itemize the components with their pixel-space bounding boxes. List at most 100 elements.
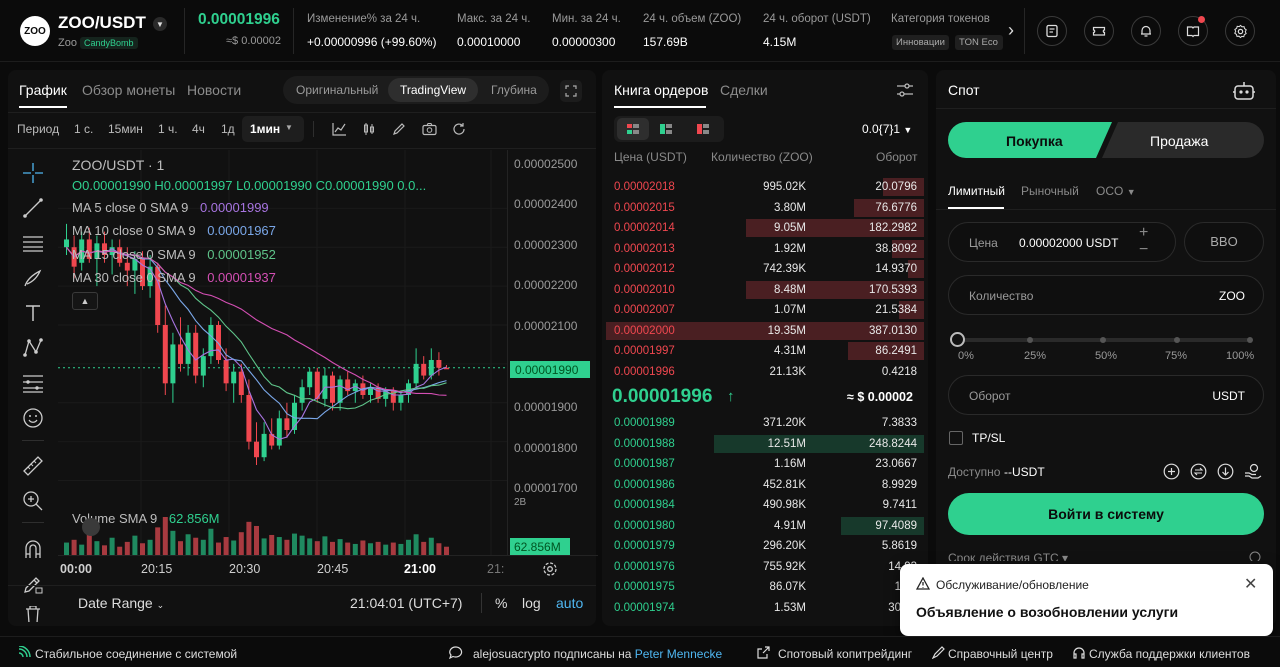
ask-row[interactable]: 0.00002013 1.92M 38.8092 bbox=[606, 239, 924, 259]
fib-icon[interactable] bbox=[20, 370, 46, 396]
precision-select[interactable]: 0.0{7}1 ▼ bbox=[862, 122, 912, 136]
ask-row[interactable]: 0.00002012 742.39K 14.9370 bbox=[606, 259, 924, 279]
bid-row[interactable]: 0.0000197586.07K1.70 bbox=[606, 577, 924, 597]
mode-bids-icon[interactable] bbox=[660, 123, 672, 137]
ask-row[interactable]: 0.00001996 21.13K 0.4218 bbox=[606, 362, 924, 382]
mode-both-icon[interactable] bbox=[617, 118, 649, 140]
chevron-down-icon[interactable]: ▼ bbox=[153, 17, 167, 31]
ask-row[interactable]: 0.00002010 8.48M 170.5393 bbox=[606, 280, 924, 300]
candle-type-icon[interactable] bbox=[362, 122, 376, 139]
slider-tick[interactable] bbox=[1100, 337, 1106, 343]
slider-pct[interactable]: 100% bbox=[1226, 350, 1254, 362]
brush-icon[interactable] bbox=[20, 265, 46, 291]
reset-icon[interactable] bbox=[452, 122, 466, 139]
auto-scale-toggle[interactable]: auto bbox=[556, 595, 583, 611]
order-type-market[interactable]: Рыночный bbox=[1021, 184, 1079, 198]
chart-settings-icon[interactable] bbox=[542, 561, 558, 580]
interval-15m[interactable]: 15мин bbox=[108, 122, 143, 136]
log-scale-toggle[interactable]: log bbox=[522, 595, 541, 611]
date-range-button[interactable]: Date Range ⌄ bbox=[78, 595, 164, 611]
tab-chart[interactable]: График bbox=[19, 82, 67, 98]
interval-1h[interactable]: 1 ч. bbox=[158, 122, 178, 136]
link-support[interactable]: Служба поддержки клиентов bbox=[1089, 647, 1250, 661]
trash-icon[interactable] bbox=[20, 606, 46, 622]
convert-icon[interactable] bbox=[1217, 463, 1234, 483]
price-input[interactable]: 0.00002000 USDT bbox=[1019, 236, 1118, 250]
slider-tick[interactable] bbox=[1173, 337, 1180, 343]
toast-title[interactable]: Объявление о возобновлении услуги bbox=[916, 604, 1178, 620]
tab-coin-overview[interactable]: Обзор монеты bbox=[82, 82, 175, 98]
slider-pct[interactable]: 50% bbox=[1095, 350, 1117, 362]
order-type-limit[interactable]: Лимитный bbox=[948, 184, 1005, 198]
pattern-icon[interactable] bbox=[20, 335, 46, 361]
trading-bot-icon[interactable] bbox=[1232, 80, 1256, 105]
zoom-in-icon[interactable] bbox=[20, 488, 46, 514]
interval-4h[interactable]: 4ч bbox=[192, 122, 205, 136]
lock-drawing-icon[interactable] bbox=[20, 571, 46, 597]
bid-row[interactable]: 0.00001986 452.81K 8.9929 bbox=[606, 475, 924, 495]
bid-row[interactable]: 0.000019741.53M30.25 bbox=[606, 598, 924, 618]
fullscreen-icon[interactable] bbox=[560, 80, 582, 102]
bid-row[interactable]: 0.00001980 4.91M 97.4089 bbox=[606, 516, 924, 536]
close-icon[interactable]: ✕ bbox=[1244, 574, 1257, 594]
settings-icon[interactable] bbox=[1225, 16, 1255, 46]
slider-pct[interactable]: 25% bbox=[1024, 350, 1046, 362]
loan-icon[interactable] bbox=[1244, 463, 1262, 483]
interval-1s[interactable]: 1 с. bbox=[74, 122, 93, 136]
login-button[interactable]: Войти в систему bbox=[948, 493, 1264, 535]
mode-asks-icon[interactable] bbox=[697, 123, 709, 137]
ask-row[interactable]: 0.00002014 9.05M 182.2982 bbox=[606, 218, 924, 238]
coupon-icon[interactable] bbox=[1084, 16, 1114, 46]
price-field[interactable]: Цена 0.00002000 USDT + − bbox=[948, 222, 1176, 262]
camera-icon[interactable] bbox=[422, 122, 437, 139]
info-icon[interactable] bbox=[1249, 551, 1261, 561]
bid-row[interactable]: 0.00001989 371.20K 7.3833 bbox=[606, 413, 924, 433]
category-tag[interactable]: TON Eco bbox=[955, 35, 1003, 50]
buy-button[interactable]: Покупка bbox=[1006, 133, 1063, 149]
ticker-target[interactable]: Peter Mennecke bbox=[635, 647, 722, 661]
ask-row[interactable]: 0.00002018 995.02K 20.0796 bbox=[606, 177, 924, 197]
view-depth[interactable]: Глубина bbox=[491, 83, 537, 97]
plus-icon[interactable]: + bbox=[1139, 224, 1148, 242]
validity-select[interactable]: Срок действия GTC ▾ bbox=[948, 551, 1068, 561]
slider-pct[interactable]: 0% bbox=[958, 350, 974, 362]
bbo-button[interactable]: BBO bbox=[1184, 222, 1264, 262]
token-badge[interactable]: CandyBomb bbox=[80, 37, 138, 49]
announcement-toast[interactable]: Обслуживание/обновление Объявление о воз… bbox=[900, 564, 1273, 636]
interval-1d[interactable]: 1д bbox=[221, 122, 235, 136]
sell-button[interactable]: Продажа bbox=[1150, 133, 1208, 149]
tpsl-checkbox[interactable] bbox=[949, 431, 963, 445]
interval-dropdown[interactable]: 1мин ▼ bbox=[242, 116, 304, 142]
magnet-icon[interactable] bbox=[20, 536, 46, 562]
ask-row[interactable]: 0.00002000 19.35M 387.0130 bbox=[606, 321, 924, 341]
minus-icon[interactable]: − bbox=[1139, 241, 1148, 259]
tab-orderbook[interactable]: Книга ордеров bbox=[614, 82, 708, 98]
link-copy-trading[interactable]: Спотовый копитрейдинг bbox=[778, 647, 912, 661]
view-tradingview[interactable]: TradingView bbox=[388, 78, 479, 102]
quantity-field[interactable]: Количество ZOO bbox=[948, 275, 1264, 315]
text-tool-icon[interactable] bbox=[20, 300, 46, 326]
bid-row[interactable]: 0.00001984 490.98K 9.7411 bbox=[606, 495, 924, 515]
ask-row[interactable]: 0.00001997 4.31M 86.2491 bbox=[606, 341, 924, 361]
ticker-message[interactable]: alejosuacrypto подписаны на Peter Mennec… bbox=[473, 647, 722, 661]
indicator-icon[interactable] bbox=[332, 122, 347, 139]
scroll-right-icon[interactable]: › bbox=[1008, 20, 1014, 41]
amount-slider-handle[interactable] bbox=[950, 332, 965, 347]
tab-trades[interactable]: Сделки bbox=[720, 82, 768, 98]
tab-news[interactable]: Новости bbox=[187, 82, 241, 98]
order-type-oco[interactable]: OCO ▼ bbox=[1096, 184, 1136, 198]
bid-row[interactable]: 0.00001988 12.51M 248.8244 bbox=[606, 434, 924, 454]
link-help-center[interactable]: Справочный центр bbox=[948, 647, 1053, 661]
deposit-icon[interactable] bbox=[1163, 463, 1180, 483]
horizontal-lines-icon[interactable] bbox=[20, 230, 46, 256]
orders-icon[interactable] bbox=[1037, 16, 1067, 46]
orderbook-settings-icon[interactable] bbox=[896, 82, 914, 101]
turnover-field[interactable]: Оборот USDT bbox=[948, 375, 1264, 415]
bid-row[interactable]: 0.00001976755.92K14.93 bbox=[606, 557, 924, 577]
ruler-icon[interactable] bbox=[20, 453, 46, 479]
pair-selector[interactable]: ZOO/USDT bbox=[58, 13, 146, 33]
slider-tick[interactable] bbox=[1247, 337, 1253, 343]
transfer-icon[interactable] bbox=[1190, 463, 1207, 483]
ask-row[interactable]: 0.00002007 1.07M 21.5384 bbox=[606, 300, 924, 320]
event-marker-icon[interactable] bbox=[82, 518, 100, 536]
